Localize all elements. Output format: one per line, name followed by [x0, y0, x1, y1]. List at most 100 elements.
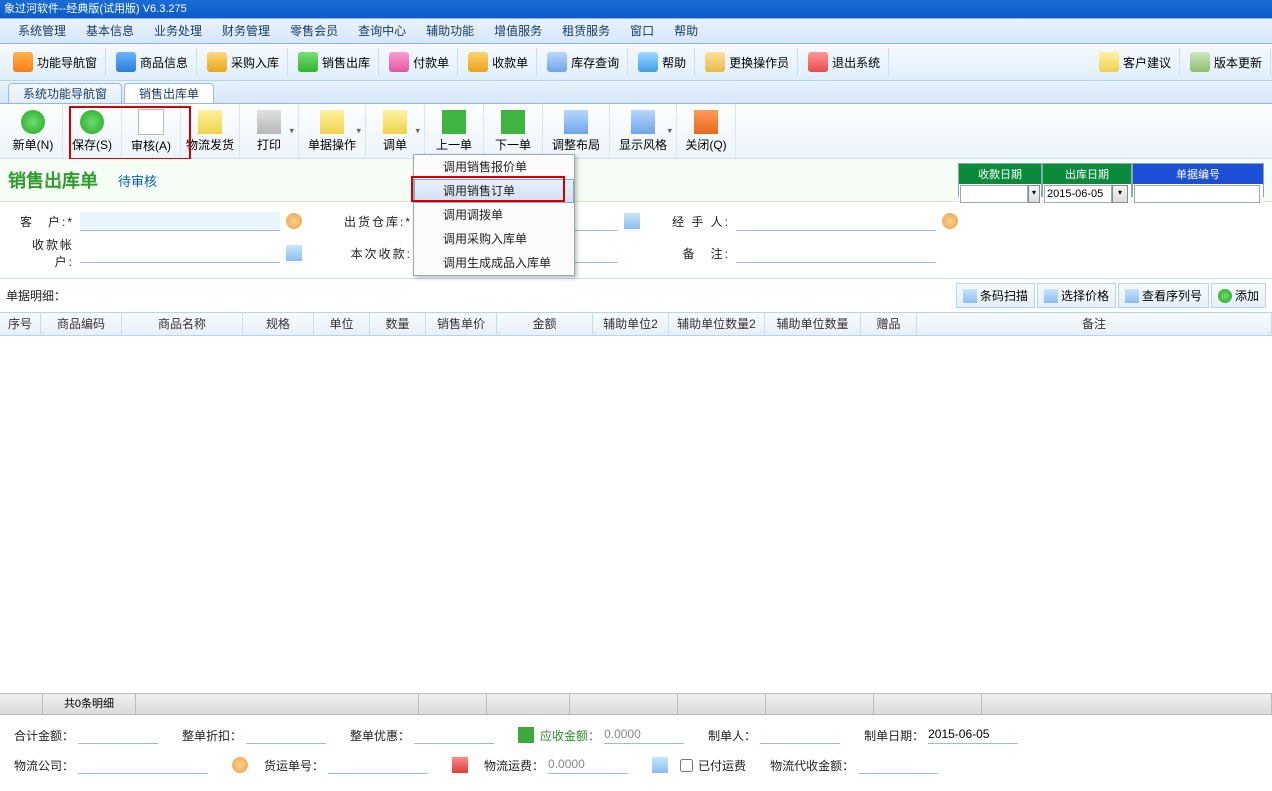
switch-user-button[interactable]: 更换操作员 — [697, 48, 798, 76]
help-button[interactable]: 帮助 — [630, 48, 695, 76]
view-serial-button[interactable]: 查看序列号 — [1118, 283, 1209, 308]
paid-freight-checkbox[interactable] — [680, 759, 693, 772]
doc-no-input[interactable] — [1134, 185, 1260, 203]
tab-sales-out[interactable]: 销售出库单 — [124, 83, 214, 103]
footer: 共0条明细 合计金额： 整单折扣： 整单优惠： 应收金额： 0.0000 制单人… — [0, 693, 1272, 791]
thispay-label: 本次收款: — [342, 245, 412, 262]
close-doc-button[interactable]: 关闭(Q) — [677, 104, 736, 158]
receipt-date-input[interactable] — [960, 185, 1028, 203]
person-icon[interactable] — [232, 757, 248, 773]
logistics-co-label: 物流公司： — [14, 757, 74, 774]
menu-help[interactable]: 帮助 — [664, 19, 708, 43]
menu-item-purchase-in[interactable]: 调用采购入库单 — [414, 227, 574, 251]
menu-vas[interactable]: 增值服务 — [484, 19, 552, 43]
remark-input[interactable] — [736, 244, 936, 263]
barcode-scan-button[interactable]: 条码扫描 — [956, 283, 1035, 308]
logistics-co-input[interactable] — [78, 757, 208, 774]
tab-nav-window[interactable]: 系统功能导航窗 — [8, 83, 122, 103]
menu-item-transfer[interactable]: 调用调拨单 — [414, 203, 574, 227]
doc-no-cell: 单据编号 — [1132, 163, 1264, 197]
folder-icon[interactable] — [624, 213, 640, 229]
purchase-in-button[interactable]: 采购入库 — [199, 48, 288, 76]
date-drop-icon[interactable]: ▾ — [1028, 185, 1040, 203]
tb-label: 客户建议 — [1123, 54, 1171, 71]
book-icon[interactable] — [286, 245, 302, 261]
add-icon — [1218, 289, 1232, 303]
col-name[interactable]: 商品名称 — [122, 313, 243, 335]
receipt-button[interactable]: 收款单 — [460, 48, 537, 76]
calendar-icon[interactable] — [652, 757, 668, 773]
col-code[interactable]: 商品编码 — [41, 313, 122, 335]
btn-label: 上一单 — [436, 136, 472, 153]
flag-icon[interactable] — [452, 757, 468, 773]
out-date-input[interactable] — [1044, 185, 1112, 203]
call-doc-button[interactable]: 调单▾ — [366, 104, 425, 158]
discount-input[interactable] — [246, 727, 326, 744]
agent-collect-input[interactable] — [858, 757, 938, 774]
handler-input[interactable] — [736, 212, 936, 231]
pref-input[interactable] — [414, 727, 494, 744]
nav-window-button[interactable]: 功能导航窗 — [5, 48, 106, 76]
col-gift[interactable]: 赠品 — [861, 313, 917, 335]
update-button[interactable]: 版本更新 — [1182, 48, 1271, 76]
customer-input[interactable] — [80, 212, 280, 231]
col-auxqty[interactable]: 辅助单位数量 — [765, 313, 861, 335]
payment-button[interactable]: 付款单 — [381, 48, 458, 76]
doc-op-button[interactable]: 单据操作▾ — [299, 104, 366, 158]
col-seq[interactable]: 序号 — [0, 313, 41, 335]
stock-query-button[interactable]: 库存查询 — [539, 48, 628, 76]
row-count: 共0条明细 — [43, 694, 136, 714]
tb-label: 更换操作员 — [729, 54, 789, 71]
col-qty[interactable]: 数量 — [370, 313, 426, 335]
new-doc-button[interactable]: 新单(N) — [4, 104, 63, 158]
menu-basic[interactable]: 基本信息 — [76, 19, 144, 43]
next-doc-button[interactable]: 下一单 — [484, 104, 543, 158]
footer-summary-row: 共0条明细 — [0, 693, 1272, 715]
menu-system[interactable]: 系统管理 — [8, 19, 76, 43]
col-remark[interactable]: 备注 — [917, 313, 1272, 335]
print-button[interactable]: 打印▾ — [240, 104, 299, 158]
layout-button[interactable]: 调整布局 — [543, 104, 610, 158]
product-info-button[interactable]: 商品信息 — [108, 48, 197, 76]
tb-label: 收款单 — [492, 54, 528, 71]
exit-button[interactable]: 退出系统 — [800, 48, 889, 76]
col-spec[interactable]: 规格 — [243, 313, 314, 335]
tb-label: 版本更新 — [1214, 54, 1262, 71]
tb-label: 付款单 — [413, 54, 449, 71]
menu-retail[interactable]: 零售会员 — [280, 19, 348, 43]
home-icon — [13, 52, 33, 72]
menu-business[interactable]: 业务处理 — [144, 19, 212, 43]
chevron-down-icon: ▾ — [356, 126, 361, 137]
sales-out-button[interactable]: 销售出库 — [290, 48, 379, 76]
menu-rent[interactable]: 租赁服务 — [552, 19, 620, 43]
col-aux2[interactable]: 辅助单位2 — [593, 313, 669, 335]
menu-item-prod-in[interactable]: 调用生成成品入库单 — [414, 251, 574, 275]
btn-label: 查看序列号 — [1142, 287, 1202, 304]
total-input[interactable] — [78, 727, 158, 744]
col-amount[interactable]: 金额 — [497, 313, 593, 335]
date-drop-icon[interactable]: ▾ — [1112, 185, 1128, 203]
menu-window[interactable]: 窗口 — [620, 19, 664, 43]
ship-no-input[interactable] — [328, 757, 428, 774]
account-input[interactable] — [80, 244, 280, 263]
prev-doc-button[interactable]: 上一单 — [425, 104, 484, 158]
add-row-button[interactable]: 添加 — [1211, 283, 1266, 308]
select-price-button[interactable]: 选择价格 — [1037, 283, 1116, 308]
col-price[interactable]: 销售单价 — [426, 313, 497, 335]
menu-query[interactable]: 查询中心 — [348, 19, 416, 43]
sum-spacer — [982, 694, 1272, 714]
btn-label: 关闭(Q) — [685, 136, 726, 153]
person-icon[interactable] — [942, 213, 958, 229]
maker-input[interactable] — [760, 727, 840, 744]
update-icon — [1190, 52, 1210, 72]
col-unit[interactable]: 单位 — [314, 313, 370, 335]
person-icon[interactable] — [286, 213, 302, 229]
menu-finance[interactable]: 财务管理 — [212, 19, 280, 43]
menu-aux[interactable]: 辅助功能 — [416, 19, 484, 43]
footer-form: 合计金额： 整单折扣： 整单优惠： 应收金额： 0.0000 制单人： 制单日期… — [0, 715, 1272, 791]
col-auxqty2[interactable]: 辅助单位数量2 — [669, 313, 765, 335]
detail-table-body[interactable] — [0, 336, 1272, 706]
style-button[interactable]: 显示风格▾ — [610, 104, 677, 158]
feedback-button[interactable]: 客户建议 — [1091, 48, 1180, 76]
sum-spacer — [766, 694, 874, 714]
